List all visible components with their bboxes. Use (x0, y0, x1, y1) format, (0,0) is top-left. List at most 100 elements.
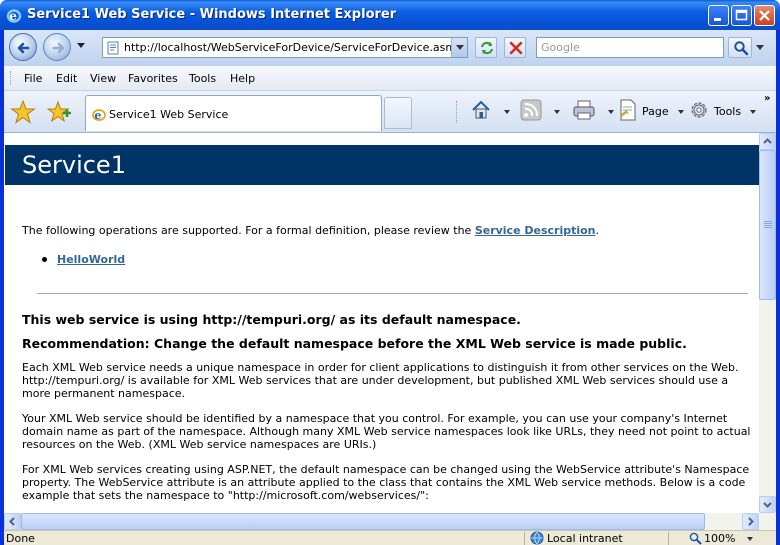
menu-edit[interactable]: Edit (56, 72, 77, 85)
page-icon (620, 99, 636, 121)
stop-button[interactable] (504, 37, 526, 58)
forward-button[interactable] (43, 33, 71, 61)
ie-page-icon: e (92, 109, 106, 122)
security-zone[interactable]: Local intranet (547, 532, 623, 545)
address-toolbar: http://localhost/WebServiceForDevice/Ser… (4, 30, 776, 66)
back-arrow-icon (17, 42, 30, 54)
print-dropdown-icon[interactable] (608, 110, 614, 114)
magnifier-icon (734, 41, 749, 56)
status-bar: Done Local intranet 100% (4, 530, 776, 545)
vertical-scrollbar[interactable] (759, 133, 776, 513)
menu-favorites[interactable]: Favorites (128, 72, 178, 85)
chevron-up-icon (763, 138, 772, 144)
operation-list-item: HelloWorld (57, 253, 125, 266)
search-placeholder: Google (541, 41, 580, 54)
address-bar[interactable]: http://localhost/WebServiceForDevice/Ser… (102, 37, 468, 58)
thumb-grip (764, 227, 772, 228)
feeds-dropdown-icon[interactable] (554, 110, 560, 114)
address-url: http://localhost/WebServiceForDevice/Ser… (124, 41, 463, 54)
tools-dropdown-icon (750, 110, 756, 114)
add-to-favorites-icon[interactable] (46, 100, 72, 124)
thumb-grip (764, 225, 772, 226)
tools-menu-button[interactable]: Tools (688, 99, 758, 123)
zoom-dropdown-icon[interactable] (747, 537, 753, 541)
tab-service1[interactable]: e Service1 Web Service (85, 95, 382, 131)
search-input[interactable]: Google (536, 37, 724, 58)
print-button[interactable] (572, 99, 614, 123)
zoom-icon (689, 532, 702, 545)
chevron-down-icon (763, 502, 772, 508)
intro-sentence: The following operations are supported. … (22, 224, 472, 237)
divider (37, 293, 748, 294)
chevron-left-icon (9, 517, 15, 526)
intro-period: . (595, 224, 600, 237)
page-title: Service1 (22, 151, 126, 179)
minimize-icon (714, 18, 721, 21)
browser-window: e Service1 Web Service - Windows Interne… (0, 0, 780, 545)
page-content: Service1 The following operations are su… (4, 133, 759, 513)
tab-bar: e Service1 Web Service Page Tools » (4, 91, 776, 133)
title-bar[interactable]: e Service1 Web Service - Windows Interne… (0, 0, 780, 30)
minimize-button[interactable] (708, 5, 729, 26)
page-icon (107, 41, 119, 55)
menu-grip[interactable] (10, 71, 12, 85)
favorites-center-icon[interactable] (10, 100, 36, 124)
window-title: Service1 Web Service - Windows Internet … (27, 7, 397, 22)
scroll-down-button[interactable] (759, 496, 776, 513)
printer-icon (573, 100, 595, 120)
status-separator (668, 532, 669, 545)
refresh-icon (481, 41, 493, 55)
intranet-globe-icon (530, 531, 544, 545)
thumb-grip (764, 223, 772, 224)
zoom-level[interactable]: 100% (704, 532, 735, 545)
scroll-up-button[interactable] (759, 133, 776, 150)
tab-label: Service1 Web Service (109, 108, 229, 121)
menu-view[interactable]: View (90, 72, 116, 85)
menu-tools[interactable]: Tools (189, 72, 216, 85)
maximize-button[interactable] (731, 5, 752, 26)
home-dropdown-icon[interactable] (504, 110, 510, 114)
ie-logo-icon: e (6, 9, 22, 23)
namespace-paragraph-2: Your XML Web service should be identifie… (22, 412, 751, 451)
horizontal-scrollbar[interactable] (4, 513, 776, 530)
command-bar-separator (456, 101, 457, 123)
browser-client: http://localhost/WebServiceForDevice/Ser… (4, 30, 776, 545)
history-dropdown-icon[interactable] (77, 43, 85, 48)
home-button[interactable] (470, 99, 510, 123)
namespace-heading: This web service is using http://tempuri… (22, 312, 521, 327)
refresh-button[interactable] (475, 37, 497, 58)
close-icon (759, 10, 770, 21)
tools-menu-label: Tools (714, 105, 742, 118)
new-tab-button[interactable] (384, 97, 412, 129)
page-menu-label: Page (642, 105, 669, 118)
feeds-button[interactable] (520, 99, 560, 123)
menu-help[interactable]: Help (230, 72, 255, 85)
search-options-dropdown-icon[interactable] (756, 45, 764, 50)
forward-arrow-icon (52, 42, 65, 54)
helloworld-operation-link[interactable]: HelloWorld (57, 253, 125, 266)
home-icon (472, 100, 490, 119)
status-text: Done (6, 532, 35, 545)
recommendation-heading: Recommendation: Change the default names… (22, 336, 687, 351)
page-menu-button[interactable]: Page (618, 99, 684, 123)
chevron-right-icon (748, 517, 754, 526)
namespace-paragraph-1: Each XML Web service needs a unique name… (22, 361, 739, 400)
page-dropdown-icon (678, 110, 684, 114)
scroll-left-button[interactable] (4, 513, 21, 530)
service-description-link[interactable]: Service Description (475, 224, 596, 237)
svg-text:e: e (9, 9, 17, 23)
scroll-right-button[interactable] (742, 513, 759, 530)
close-button[interactable] (754, 5, 775, 26)
rss-feed-icon (520, 99, 542, 121)
address-dropdown-button[interactable] (451, 38, 467, 57)
maximize-icon (735, 9, 748, 21)
more-commands-chevron-icon[interactable]: » (764, 93, 770, 104)
thumb-grip (764, 221, 772, 222)
vertical-scroll-thumb[interactable] (759, 150, 776, 300)
horizontal-scroll-thumb[interactable] (21, 513, 705, 530)
namespace-paragraph-3: For XML Web services creating using ASP.… (22, 463, 750, 502)
search-button[interactable] (728, 37, 752, 58)
back-button[interactable] (9, 33, 37, 61)
service-banner: Service1 (5, 145, 759, 185)
menu-file[interactable]: File (24, 72, 42, 85)
